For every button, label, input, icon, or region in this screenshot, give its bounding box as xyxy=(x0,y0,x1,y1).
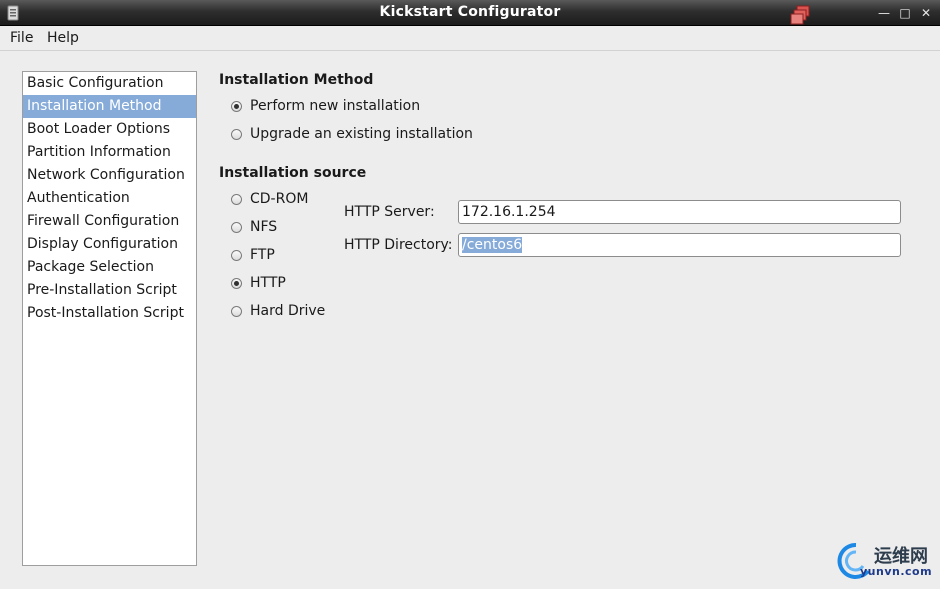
sidebar-item-pre-installation-script[interactable]: Pre-Installation Script xyxy=(23,279,196,302)
sidebar-item-firewall-configuration[interactable]: Firewall Configuration xyxy=(23,210,196,233)
radio-unchecked-icon[interactable] xyxy=(231,306,242,317)
radio-label: FTP xyxy=(250,247,275,263)
radio-unchecked-icon[interactable] xyxy=(231,250,242,261)
radio-unchecked-icon[interactable] xyxy=(231,194,242,205)
sidebar-item-post-installation-script[interactable]: Post-Installation Script xyxy=(23,302,196,325)
maximize-icon[interactable]: □ xyxy=(897,5,913,21)
title-bar[interactable]: Kickstart Configurator — □ ✕ xyxy=(0,0,940,26)
radio-label: HTTP xyxy=(250,275,286,291)
sidebar-item-network-configuration[interactable]: Network Configuration xyxy=(23,164,196,187)
sidebar-item-authentication[interactable]: Authentication xyxy=(23,187,196,210)
menu-help[interactable]: Help xyxy=(47,30,79,46)
installation-source-heading: Installation source xyxy=(219,165,367,181)
close-icon[interactable]: ✕ xyxy=(918,5,934,21)
radio-checked-icon[interactable] xyxy=(231,278,242,289)
http-server-input[interactable]: 172.16.1.254 xyxy=(458,200,901,224)
menu-file[interactable]: File xyxy=(10,30,33,46)
radio-label: Hard Drive xyxy=(250,303,326,319)
sidebar-item-basic-configuration[interactable]: Basic Configuration xyxy=(23,72,196,95)
minimize-icon[interactable]: — xyxy=(876,5,892,21)
radio-checked-icon[interactable] xyxy=(231,101,242,112)
watermark-url-text: yunvn.com xyxy=(860,565,933,578)
stacked-windows-icon[interactable] xyxy=(790,5,812,25)
category-list: Basic Configuration Installation Method … xyxy=(22,71,197,566)
http-directory-value: /centos6 xyxy=(462,237,523,253)
radio-unchecked-icon[interactable] xyxy=(231,129,242,140)
sidebar-item-display-configuration[interactable]: Display Configuration xyxy=(23,233,196,256)
radio-unchecked-icon[interactable] xyxy=(231,222,242,233)
http-directory-input[interactable]: /centos6 xyxy=(458,233,901,257)
sidebar-item-partition-information[interactable]: Partition Information xyxy=(23,141,196,164)
sidebar-item-package-selection[interactable]: Package Selection xyxy=(23,256,196,279)
sidebar-item-installation-method[interactable]: Installation Method xyxy=(23,95,196,118)
http-server-label: HTTP Server: xyxy=(344,204,435,220)
http-server-value: 172.16.1.254 xyxy=(462,204,556,220)
radio-label: Upgrade an existing installation xyxy=(250,126,473,142)
radio-label: NFS xyxy=(250,219,278,235)
radio-label: CD-ROM xyxy=(250,191,309,207)
menu-bar: File Help xyxy=(0,26,940,51)
installation-method-heading: Installation Method xyxy=(219,72,374,88)
watermark: 运维网 yunvn.com xyxy=(834,541,938,585)
radio-label: Perform new installation xyxy=(250,98,421,114)
http-directory-label: HTTP Directory: xyxy=(344,237,453,253)
sidebar-item-boot-loader-options[interactable]: Boot Loader Options xyxy=(23,118,196,141)
